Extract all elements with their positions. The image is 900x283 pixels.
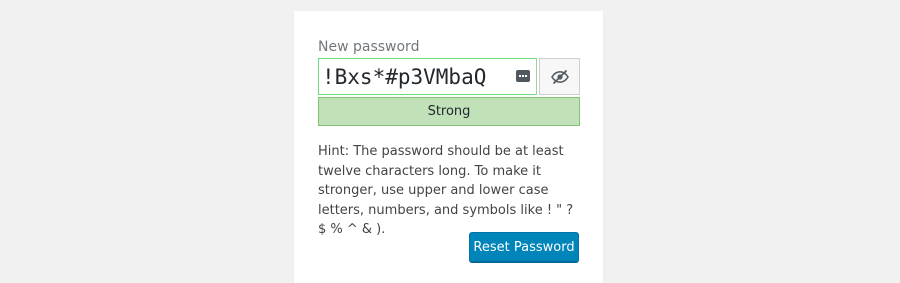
keyboard-icon [516,70,530,82]
password-hint: Hint: The password should be at least tw… [318,144,574,237]
password-strength-indicator: Strong [318,97,580,126]
password-value: !Bxs*#p3VMbaQ [322,64,487,89]
new-password-label: New password [318,39,420,55]
password-row: !Bxs*#p3VMbaQ [318,58,580,97]
eye-slash-icon [550,69,569,84]
reset-password-button[interactable]: Reset Password [469,232,579,262]
password-input[interactable]: !Bxs*#p3VMbaQ [318,58,537,95]
hide-password-button[interactable] [539,58,580,95]
